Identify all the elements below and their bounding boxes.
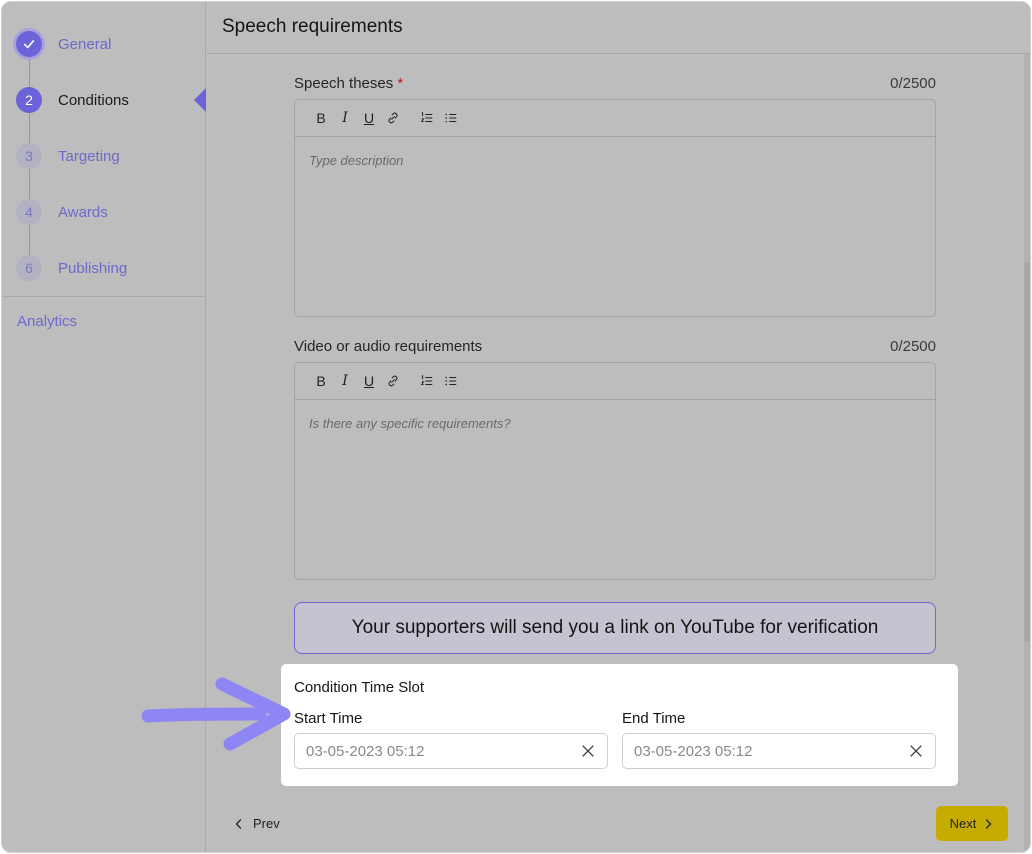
editor-toolbar: B I U bbox=[295, 363, 935, 400]
italic-button[interactable]: I bbox=[333, 108, 357, 128]
step-number-conditions: 2 bbox=[16, 87, 42, 113]
media-requirements-textarea[interactable]: Is there any specific requirements? bbox=[295, 400, 935, 580]
main-panel: Speech requirements Speech theses * 0/25… bbox=[207, 2, 1030, 852]
step-targeting[interactable]: 3 Targeting bbox=[16, 143, 120, 169]
bullet-list-icon bbox=[445, 376, 457, 386]
ordered-list-icon bbox=[420, 111, 433, 122]
step-label-publishing: Publishing bbox=[58, 259, 128, 277]
speech-theses-label: Speech theses * bbox=[294, 75, 403, 92]
speech-theses-counter: 0/2500 bbox=[890, 75, 936, 92]
step-label-conditions: Conditions bbox=[58, 91, 129, 109]
media-requirements-placeholder: Is there any specific requirements? bbox=[309, 416, 511, 431]
step-publishing[interactable]: 6 Publishing bbox=[16, 255, 127, 281]
bullet-list-button[interactable] bbox=[439, 371, 463, 391]
link-button[interactable] bbox=[381, 108, 405, 128]
ordered-list-icon bbox=[420, 374, 433, 385]
prev-button[interactable]: Prev bbox=[233, 816, 280, 831]
step-number-awards: 4 bbox=[16, 199, 42, 225]
main-header: Speech requirements bbox=[207, 2, 1030, 54]
next-button[interactable]: Next bbox=[936, 806, 1008, 841]
required-mark: * bbox=[397, 75, 404, 92]
underline-button[interactable]: U bbox=[357, 371, 381, 391]
step-label-general: General bbox=[58, 35, 112, 53]
media-requirements-counter: 0/2500 bbox=[890, 338, 936, 355]
media-requirements-editor: B I U Is there any specific requirements… bbox=[294, 362, 936, 580]
bold-button[interactable]: B bbox=[309, 371, 333, 391]
app-window: General 2 Conditions 3 Targeting 4 Award… bbox=[1, 1, 1031, 853]
end-time-input[interactable] bbox=[634, 742, 874, 760]
condition-time-slot: Condition Time Slot Start Time End Time bbox=[281, 664, 958, 786]
time-slot-title: Condition Time Slot bbox=[294, 679, 425, 696]
step-label-awards: Awards bbox=[58, 203, 108, 221]
start-time-input[interactable] bbox=[306, 742, 546, 760]
verification-info-banner: Your supporters will send you a link on … bbox=[294, 602, 936, 654]
ordered-list-button[interactable] bbox=[415, 108, 439, 128]
speech-theses-textarea[interactable]: Type description bbox=[295, 137, 935, 317]
link-button[interactable] bbox=[381, 371, 405, 391]
clear-end-time-icon[interactable] bbox=[909, 744, 923, 758]
italic-button[interactable]: I bbox=[333, 371, 357, 391]
highlight-arrow-icon bbox=[142, 677, 291, 751]
step-number-targeting: 3 bbox=[16, 143, 42, 169]
page-title: Speech requirements bbox=[222, 16, 403, 37]
step-awards[interactable]: 4 Awards bbox=[16, 199, 108, 225]
step-number-publishing: 6 bbox=[16, 255, 42, 281]
media-requirements-label: Video or audio requirements bbox=[294, 338, 483, 355]
editor-toolbar: B I U bbox=[295, 100, 935, 137]
step-general[interactable]: General bbox=[16, 31, 111, 57]
step-conditions[interactable]: 2 Conditions bbox=[16, 87, 129, 113]
bullet-list-icon bbox=[445, 113, 457, 123]
bullet-list-button[interactable] bbox=[439, 108, 463, 128]
step-circle-general bbox=[16, 31, 42, 57]
start-time-label: Start Time bbox=[294, 710, 363, 727]
active-step-marker bbox=[194, 88, 206, 112]
link-icon bbox=[388, 375, 398, 387]
chevron-right-icon bbox=[986, 818, 992, 829]
bold-button[interactable]: B bbox=[309, 108, 333, 128]
end-time-label: End Time bbox=[622, 710, 686, 727]
clear-start-time-icon[interactable] bbox=[581, 744, 595, 758]
speech-theses-label-text: Speech theses bbox=[294, 75, 394, 92]
speech-theses-placeholder: Type description bbox=[309, 153, 404, 168]
underline-button[interactable]: U bbox=[357, 108, 381, 128]
check-icon bbox=[23, 40, 35, 49]
step-label-targeting: Targeting bbox=[58, 147, 120, 165]
scrollbar-thumb[interactable] bbox=[1024, 262, 1030, 642]
sidebar-item-analytics[interactable]: Analytics bbox=[17, 313, 77, 330]
speech-theses-editor: B I U Type description bbox=[294, 99, 936, 317]
stepper: General 2 Conditions 3 Targeting 4 Award… bbox=[2, 2, 206, 296]
ordered-list-button[interactable] bbox=[415, 371, 439, 391]
end-time-field[interactable] bbox=[622, 733, 936, 769]
link-icon bbox=[388, 112, 398, 124]
sidebar-divider bbox=[2, 296, 206, 297]
prev-label: Prev bbox=[253, 816, 280, 831]
start-time-field[interactable] bbox=[294, 733, 608, 769]
chevron-left-icon bbox=[235, 818, 242, 829]
next-label: Next bbox=[949, 816, 977, 831]
